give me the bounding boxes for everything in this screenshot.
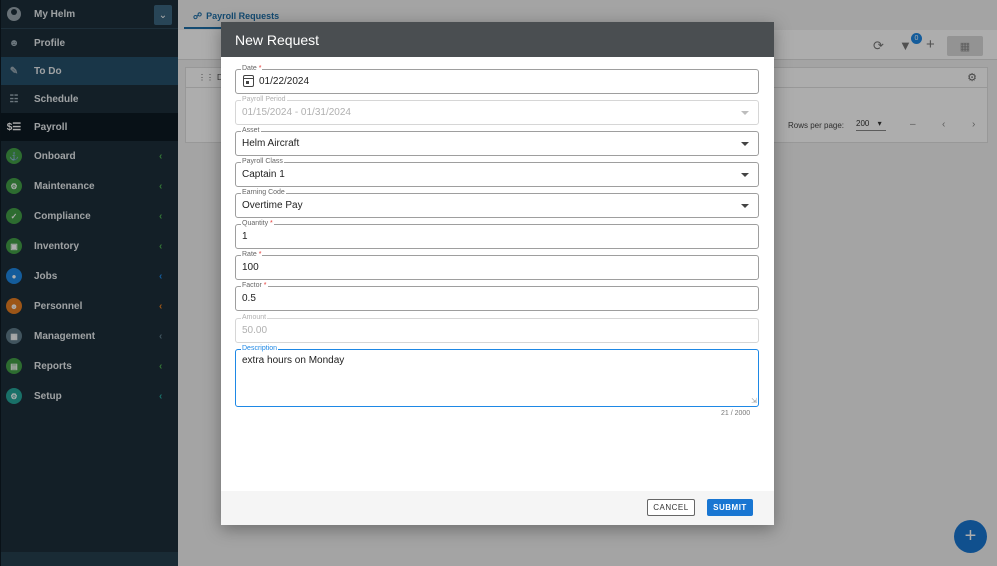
char-counter: 21 / 2000 bbox=[721, 410, 751, 417]
earning-code-select[interactable]: Earning Code Overtime Pay bbox=[235, 188, 759, 218]
amount-label: Amount bbox=[241, 313, 268, 323]
quantity-value: 1 bbox=[242, 231, 248, 242]
new-request-dialog: New Request Date * 01/22/2024 Payroll Pe… bbox=[221, 22, 774, 525]
chevron-down-icon bbox=[741, 111, 749, 115]
calendar-icon[interactable] bbox=[243, 75, 254, 87]
chevron-down-icon[interactable] bbox=[741, 142, 749, 146]
date-field[interactable]: Date * 01/22/2024 bbox=[235, 64, 759, 94]
quantity-label: Quantity * bbox=[241, 219, 274, 229]
rate-label: Rate * bbox=[241, 250, 263, 260]
cancel-button[interactable]: CANCEL bbox=[647, 499, 695, 516]
payroll-period-value: 01/15/2024 - 01/31/2024 bbox=[242, 107, 351, 118]
payroll-period-label: Payroll Period bbox=[241, 95, 287, 105]
chevron-down-icon[interactable] bbox=[741, 204, 749, 208]
payroll-class-select[interactable]: Payroll Class Captain 1 bbox=[235, 157, 759, 187]
description-textarea[interactable]: Description extra hours on Monday ⇲ bbox=[235, 344, 759, 407]
submit-button[interactable]: SUBMIT bbox=[707, 499, 753, 516]
asset-value: Helm Aircraft bbox=[242, 138, 300, 149]
description-label: Description bbox=[241, 344, 279, 354]
chevron-down-icon[interactable] bbox=[741, 173, 749, 177]
factor-value: 0.5 bbox=[242, 293, 256, 304]
earning-code-label: Earning Code bbox=[241, 188, 286, 198]
dialog-header: New Request bbox=[221, 22, 774, 57]
payroll-period-select: Payroll Period 01/15/2024 - 01/31/2024 bbox=[235, 95, 759, 125]
description-value: extra hours on Monday bbox=[242, 355, 345, 366]
dialog-footer: CANCEL SUBMIT bbox=[221, 491, 774, 525]
payroll-class-label: Payroll Class bbox=[241, 157, 284, 167]
payroll-class-value: Captain 1 bbox=[242, 169, 285, 180]
quantity-field[interactable]: Quantity * 1 bbox=[235, 219, 759, 249]
dialog-title: New Request bbox=[235, 31, 320, 48]
resize-handle-icon[interactable]: ⇲ bbox=[751, 397, 757, 405]
factor-field[interactable]: Factor * 0.5 bbox=[235, 281, 759, 311]
amount-field: Amount 50.00 bbox=[235, 313, 759, 343]
asset-select[interactable]: Asset Helm Aircraft bbox=[235, 126, 759, 156]
date-value: 01/22/2024 bbox=[259, 76, 310, 87]
date-label: Date * bbox=[241, 64, 263, 74]
rate-field[interactable]: Rate * 100 bbox=[235, 250, 759, 280]
earning-code-value: Overtime Pay bbox=[242, 200, 303, 211]
factor-label: Factor * bbox=[241, 281, 268, 291]
rate-value: 100 bbox=[242, 262, 259, 273]
amount-value: 50.00 bbox=[242, 325, 268, 336]
asset-label: Asset bbox=[241, 126, 261, 136]
